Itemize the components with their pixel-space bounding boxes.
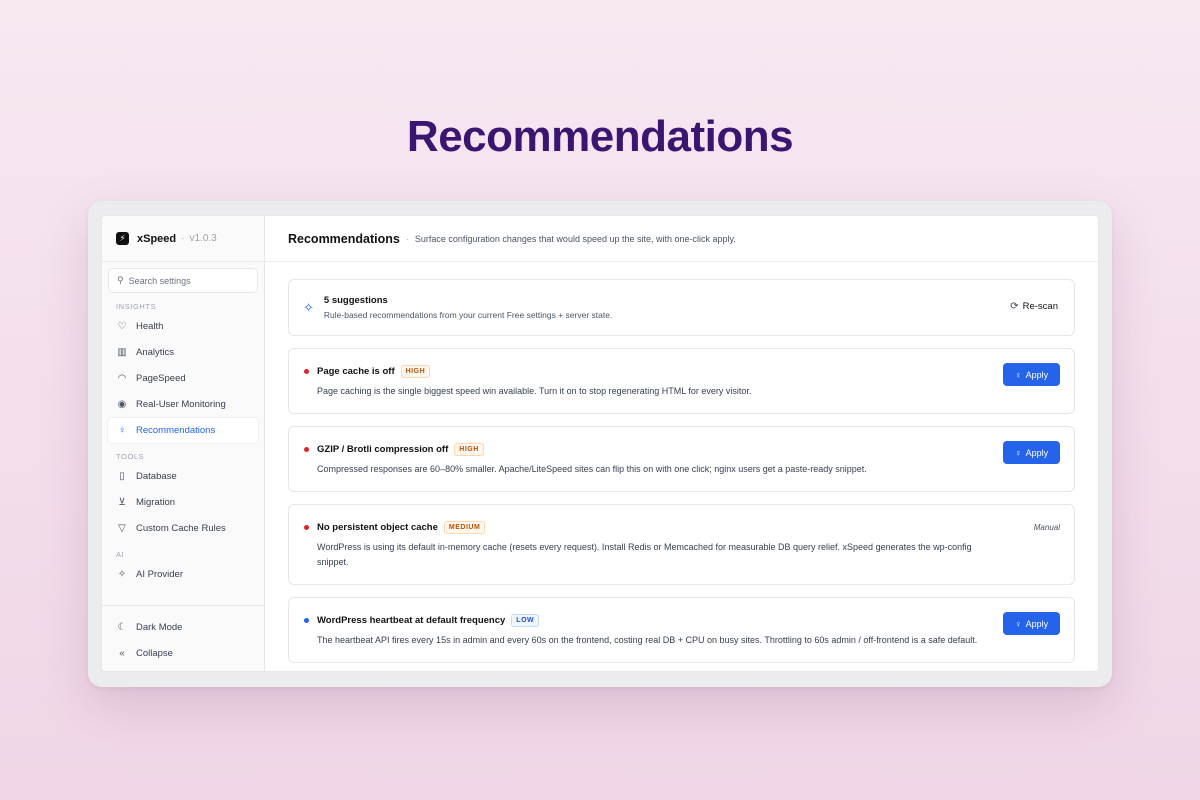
sidebar-item-label: AI Provider [136, 569, 183, 580]
search-icon: ⚲ [117, 275, 124, 285]
bar-chart-icon: ▥ [117, 347, 127, 358]
section-label-insights: INSIGHTS [116, 302, 157, 311]
recommendation-title: Page cache is off [317, 366, 395, 377]
summary-text: 5 suggestions Rule-based recommendations… [324, 295, 612, 320]
apply-label: Apply [1025, 447, 1049, 458]
sparkles-icon: ✧ [303, 299, 314, 315]
sidebar-item-label: Real-User Monitoring [136, 399, 226, 410]
severity-dot [304, 618, 309, 623]
lightbulb-icon: ♀ [118, 425, 126, 436]
recommendation-title: No persistent object cache [317, 522, 438, 533]
collapse-button[interactable]: « Collapse [108, 641, 258, 666]
summary-card: ✧ 5 suggestions Rule-based recommendatio… [288, 279, 1075, 336]
page-header: Recommendations · Surface configuration … [265, 216, 1098, 262]
summary-subtitle: Rule-based recommendations from your cur… [323, 310, 613, 320]
search-input[interactable] [128, 275, 249, 286]
recommendation-title: WordPress heartbeat at default frequency [317, 615, 506, 626]
sidebar-item-label: PageSpeed [136, 373, 186, 384]
summary-title: 5 suggestions [323, 295, 388, 306]
sidebar-item-analytics[interactable]: ▥ Analytics [108, 340, 258, 365]
filter-icon: ▽ [118, 523, 126, 534]
hero-title: Recommendations [406, 112, 794, 161]
recommendation-card: No persistent object cache MEDIUM WordPr… [288, 504, 1075, 585]
sidebar: ⚡ xSpeed · v1.0.3 ⚲ INSIGHTS ♡ Health ▥ … [102, 216, 265, 671]
brand-separator: · [181, 233, 185, 244]
apply-label: Apply [1025, 369, 1049, 380]
recommendation-description: Compressed responses are 60–80% smaller.… [317, 464, 867, 474]
trash-icon: ▯ [119, 471, 125, 482]
apply-button[interactable]: ♀ Apply [1003, 363, 1060, 386]
sidebar-item-label: Migration [136, 497, 176, 508]
refresh-icon: ⟳ [1010, 301, 1019, 312]
download-box-icon: ⊻ [118, 497, 126, 508]
chevrons-left-icon: « [119, 648, 125, 659]
recommendation-description: WordPress is using its default in-memory… [317, 542, 972, 567]
recommendation-card: Page cache is off HIGH Page caching is t… [288, 348, 1075, 414]
brand-name: xSpeed [137, 232, 177, 245]
rescan-button[interactable]: ⟳ Re-scan [1010, 301, 1058, 312]
apply-button[interactable]: ♀ Apply [1003, 612, 1060, 635]
rescan-label: Re-scan [1022, 301, 1058, 312]
sidebar-item-label: Dark Mode [136, 622, 183, 633]
sidebar-item-pagespeed[interactable]: ◠ PageSpeed [108, 366, 258, 391]
severity-badge: HIGH [454, 443, 484, 456]
sidebar-item-custom-cache-rules[interactable]: ▽ Custom Cache Rules [108, 516, 258, 541]
manual-label: Manual [1033, 523, 1060, 532]
sidebar-item-label: Health [136, 321, 164, 332]
sidebar-item-label: Recommendations [136, 425, 216, 436]
sidebar-item-ai-provider[interactable]: ✧ AI Provider [108, 562, 258, 587]
lightbulb-icon: ♀ [1014, 618, 1022, 629]
sidebar-footer: ☾ Dark Mode « Collapse [102, 605, 264, 671]
lightbulb-icon: ♀ [1014, 447, 1022, 458]
brand-version: v1.0.3 [189, 233, 217, 244]
header-separator: · [405, 233, 409, 244]
main-panel: Recommendations · Surface configuration … [265, 216, 1098, 671]
lightbulb-icon: ♀ [1014, 369, 1022, 380]
eye-icon: ◉ [117, 399, 127, 410]
severity-badge: HIGH [400, 365, 431, 378]
sidebar-item-real-user-monitoring[interactable]: ◉ Real-User Monitoring [108, 392, 258, 417]
brand[interactable]: ⚡ xSpeed · v1.0.3 [102, 216, 264, 262]
app-window: ⚡ xSpeed · v1.0.3 ⚲ INSIGHTS ♡ Health ▥ … [101, 215, 1099, 672]
apply-button[interactable]: ♀ Apply [1003, 441, 1060, 464]
page-subtitle: Surface configuration changes that would… [414, 233, 736, 244]
apply-label: Apply [1025, 618, 1049, 629]
app-frame: ⚡ xSpeed · v1.0.3 ⚲ INSIGHTS ♡ Health ▥ … [88, 201, 1112, 687]
severity-dot [304, 447, 309, 452]
sidebar-item-database[interactable]: ▯ Database [108, 464, 258, 489]
severity-badge: LOW [511, 614, 540, 627]
sidebar-item-label: Custom Cache Rules [136, 523, 226, 534]
section-label-ai: AI [116, 550, 125, 559]
gauge-icon: ◠ [117, 373, 127, 384]
sidebar-item-label: Database [136, 471, 177, 482]
recommendation-description: The heartbeat API fires every 15s in adm… [317, 635, 978, 645]
section-label-tools: TOOLS [116, 452, 145, 461]
sidebar-item-migration[interactable]: ⊻ Migration [108, 490, 258, 515]
sidebar-item-recommendations[interactable]: ♀ Recommendations [108, 418, 258, 443]
heart-pulse-icon: ♡ [117, 321, 127, 332]
sidebar-item-label: Analytics [136, 347, 175, 358]
sidebar-item-label: Collapse [136, 648, 173, 659]
severity-badge: MEDIUM [443, 521, 486, 534]
severity-dot [304, 525, 309, 530]
page-title: Recommendations [288, 231, 400, 246]
recommendation-title: GZIP / Brotli compression off [317, 444, 449, 455]
sparkles-icon: ✧ [117, 569, 127, 580]
dark-mode-toggle[interactable]: ☾ Dark Mode [108, 615, 258, 640]
recommendation-description: Page caching is the single biggest speed… [317, 386, 752, 396]
moon-icon: ☾ [117, 622, 127, 633]
recommendation-card: GZIP / Brotli compression off HIGH Compr… [288, 426, 1075, 492]
content-area: ✧ 5 suggestions Rule-based recommendatio… [265, 262, 1098, 663]
search-box[interactable]: ⚲ [108, 268, 258, 293]
severity-dot [304, 369, 309, 374]
bolt-logo-icon: ⚡ [116, 232, 129, 245]
sidebar-item-health[interactable]: ♡ Health [108, 314, 258, 339]
recommendation-card: WordPress heartbeat at default frequency… [288, 597, 1075, 663]
